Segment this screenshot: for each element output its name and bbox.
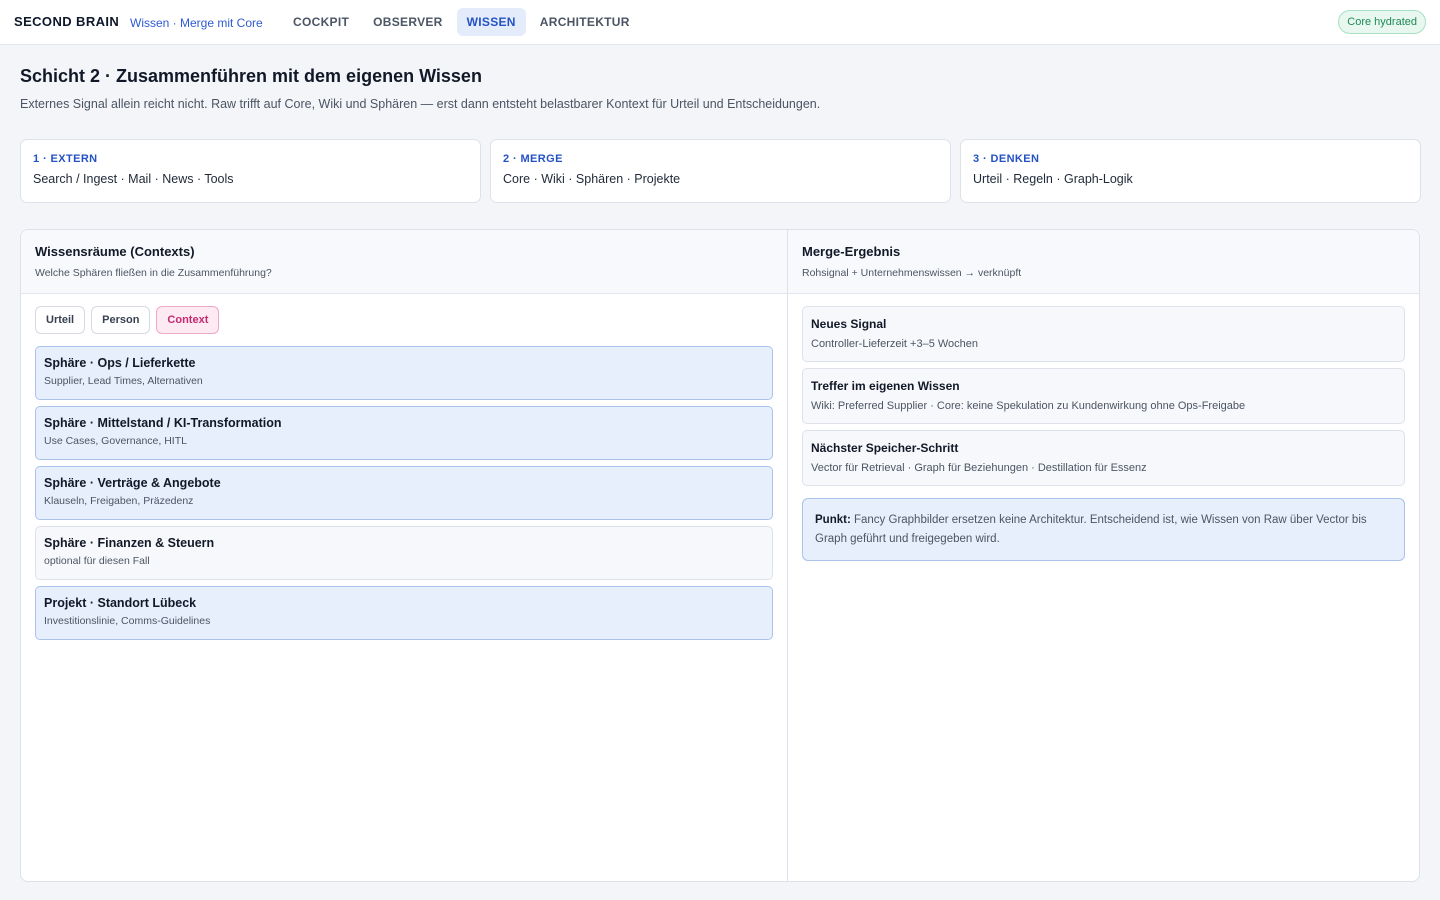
contexts-column: Wissensräume (Contexts) Welche Sphären f… — [21, 230, 788, 881]
result-text: Vector für Retrieval · Graph für Beziehu… — [811, 462, 1147, 474]
sphere-title: Projekt · Standort Lübeck — [44, 596, 197, 610]
sphere-list: Sphäre · Ops / Lieferkette Supplier, Lea… — [21, 334, 787, 640]
top-bar: SECOND BRAIN Wissen · Merge mit Core COC… — [0, 0, 1440, 45]
sphere-item-vertraege[interactable]: Sphäre · Verträge & Angebote Klauseln, F… — [35, 466, 773, 520]
nav-tab-observer[interactable]: OBSERVER — [363, 8, 453, 36]
note-label: Punkt: — [815, 514, 851, 526]
sphere-item-luebeck[interactable]: Projekt · Standort Lübeck Investitionsli… — [35, 586, 773, 640]
contexts-title: Wissensräume (Contexts) — [35, 244, 195, 259]
sphere-description: Use Cases, Governance, HITL — [44, 435, 187, 447]
contexts-subtitle: Welche Sphären fließen in die Zusammenfü… — [35, 267, 272, 279]
step-card-denken: 3 · DENKEN Urteil · Regeln · Graph-Logik — [960, 139, 1421, 203]
nav-tab-wissen[interactable]: WISSEN — [456, 8, 526, 36]
step-card-extern: 1 · EXTERN Search / Ingest · Mail · News… — [20, 139, 481, 203]
result-title: Neues Signal — [811, 317, 887, 331]
sphere-item-mittelstand[interactable]: Sphäre · Mittelstand / KI-Transformation… — [35, 406, 773, 460]
step-label: 3 · DENKEN — [973, 153, 1040, 165]
sphere-title: Sphäre · Finanzen & Steuern — [44, 536, 215, 550]
sphere-title: Sphäre · Verträge & Angebote — [44, 476, 221, 490]
status-badge: Core hydrated — [1338, 10, 1426, 34]
result-card-treffer: Treffer im eigenen Wissen Wiki: Preferre… — [802, 368, 1405, 424]
step-label: 1 · EXTERN — [33, 153, 98, 165]
result-card-speicher: Nächster Speicher-Schritt Vector für Ret… — [802, 430, 1405, 486]
contexts-header: Wissensräume (Contexts) Welche Sphären f… — [21, 230, 787, 294]
merge-result-list: Neues Signal Controller-Lieferzeit +3–5 … — [788, 294, 1419, 486]
result-text: Controller-Lieferzeit +3–5 Wochen — [811, 338, 979, 350]
page-description: Externes Signal allein reicht nicht. Raw… — [20, 97, 821, 111]
result-text: Wiki: Preferred Supplier · Core: keine S… — [811, 400, 1246, 412]
page-title: Schicht 2 · Zusammenführen mit dem eigen… — [20, 66, 482, 86]
step-text: Core · Wiki · Sphären · Projekte — [503, 172, 681, 186]
result-card-signal: Neues Signal Controller-Lieferzeit +3–5 … — [802, 306, 1405, 362]
sphere-item-finanzen[interactable]: Sphäre · Finanzen & Steuern optional für… — [35, 526, 773, 580]
layer-steps: 1 · EXTERN Search / Ingest · Mail · News… — [20, 139, 1421, 203]
result-title: Nächster Speicher-Schritt — [811, 441, 959, 455]
merge-result-column: Merge-Ergebnis Rohsignal + Unternehmensw… — [788, 230, 1419, 881]
main-nav: COCKPIT OBSERVER WISSEN ARCHITEKTUR — [283, 8, 640, 36]
sphere-description: Investitionslinie, Comms-Guidelines — [44, 615, 211, 627]
filter-chip-urteil[interactable]: Urteil — [35, 306, 86, 334]
merge-panel: Wissensräume (Contexts) Welche Sphären f… — [20, 229, 1420, 882]
step-text: Urteil · Regeln · Graph-Logik — [973, 172, 1133, 186]
filter-chip-person[interactable]: Person — [91, 306, 151, 334]
merge-subtitle: Rohsignal + Unternehmenswissen → verknüp… — [802, 267, 1022, 279]
context-filter-chips: Urteil Person Context — [21, 294, 787, 334]
key-point-note: Punkt: Fancy Graphbilder ersetzen keine … — [802, 498, 1405, 561]
note-text: Fancy Graphbilder ersetzen keine Archite… — [815, 514, 1367, 545]
nav-tab-architektur[interactable]: ARCHITEKTUR — [530, 8, 640, 36]
sphere-title: Sphäre · Mittelstand / KI-Transformation — [44, 416, 282, 430]
sphere-description: Supplier, Lead Times, Alternativen — [44, 375, 203, 387]
result-title: Treffer im eigenen Wissen — [811, 379, 960, 393]
nav-tab-cockpit[interactable]: COCKPIT — [283, 8, 359, 36]
breadcrumb: Wissen · Merge mit Core — [130, 16, 263, 30]
sphere-item-ops[interactable]: Sphäre · Ops / Lieferkette Supplier, Lea… — [35, 346, 773, 400]
brand-logo[interactable]: SECOND BRAIN — [14, 14, 119, 29]
step-card-merge: 2 · MERGE Core · Wiki · Sphären · Projek… — [490, 139, 951, 203]
sphere-description: optional für diesen Fall — [44, 555, 150, 567]
sphere-title: Sphäre · Ops / Lieferkette — [44, 356, 196, 370]
step-label: 2 · MERGE — [503, 153, 563, 165]
sphere-description: Klauseln, Freigaben, Präzedenz — [44, 495, 194, 507]
step-text: Search / Ingest · Mail · News · Tools — [33, 172, 234, 186]
merge-header: Merge-Ergebnis Rohsignal + Unternehmensw… — [788, 230, 1419, 294]
filter-chip-context[interactable]: Context — [156, 306, 220, 334]
merge-title: Merge-Ergebnis — [802, 244, 901, 259]
